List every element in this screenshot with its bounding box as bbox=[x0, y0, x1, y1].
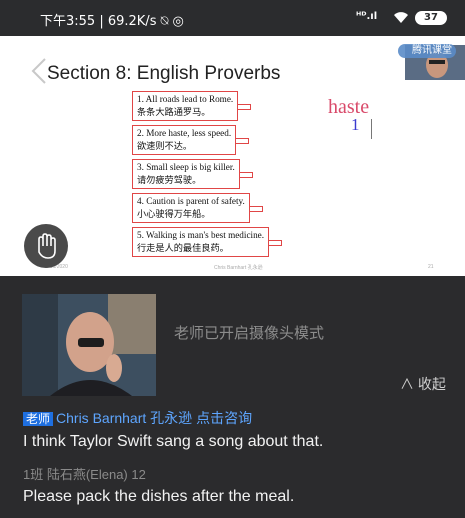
proverb-zh: 小心驶得万年船。 bbox=[137, 209, 211, 219]
annotation-mark bbox=[238, 104, 252, 110]
collapse-button[interactable]: ∧ 收起 bbox=[400, 374, 446, 394]
back-chevron-icon[interactable] bbox=[30, 56, 48, 86]
proverb-zh: 请勿疲劳驾驶。 bbox=[137, 175, 202, 185]
platform-tag: 腾讯课堂 bbox=[398, 44, 456, 58]
proverb-zh: 条条大路通罗马。 bbox=[137, 107, 211, 117]
proverb-list: 1. All roads lead to Rome. 条条大路通罗马。 2. M… bbox=[132, 91, 292, 261]
annotation-mark bbox=[236, 138, 250, 144]
chat-message-text: Please pack the dishes after the meal. bbox=[23, 488, 295, 505]
proverb-zh: 欲速则不达。 bbox=[137, 141, 193, 151]
chat-message-header: 老师 Chris Barnhart 孔永逊 点击咨询 bbox=[23, 408, 252, 428]
signal-icon: ᴴᴰ.ıl bbox=[356, 11, 378, 22]
chat-panel: 老师 Chris Barnhart 孔永逊 点击咨询 I think Taylor … bbox=[0, 404, 465, 518]
wifi-icon bbox=[394, 12, 408, 23]
camera-mode-message: 老师已开启摄像头模式 bbox=[174, 325, 325, 342]
status-time-speed: 下午3:55 | 69.2K/s ⍉ ◎ bbox=[40, 14, 184, 29]
proverb-en: 1. All roads lead to Rome. bbox=[137, 94, 234, 104]
proverb-en: 3. Small sleep is big killer. bbox=[137, 162, 235, 172]
slide-area: Section 8: English Proverbs 1. All roads… bbox=[0, 36, 465, 276]
annotation-mark bbox=[249, 206, 263, 212]
sender-name: Chris Barnhart 孔永逊 bbox=[56, 410, 193, 426]
camera-panel: 老师已开启摄像头模式 ∧ 收起 bbox=[0, 276, 465, 404]
role-badge: 老师 bbox=[23, 412, 54, 426]
text-cursor bbox=[371, 119, 372, 139]
slide-footer-page: 21 bbox=[428, 264, 434, 270]
proverb-en: 5. Walking is man's best medicine. bbox=[137, 230, 265, 240]
status-bar: 下午3:55 | 69.2K/s ⍉ ◎ ᴴᴰ.ıl 37 bbox=[0, 0, 465, 36]
proverb-item: 1. All roads lead to Rome. 条条大路通罗马。 bbox=[132, 91, 252, 121]
raise-hand-icon bbox=[38, 233, 56, 259]
proverb-item: 5. Walking is man's best medicine. 行走是人的… bbox=[132, 227, 283, 257]
proverb-item: 2. More haste, less speed. 欲速则不达。 bbox=[132, 125, 250, 155]
proverb-zh: 行走是人的最佳良药。 bbox=[137, 243, 229, 253]
chat-message-text: I think Taylor Swift sang a song about t… bbox=[23, 433, 324, 450]
proverb-item: 3. Small sleep is big killer. 请勿疲劳驾驶。 bbox=[132, 159, 253, 189]
raise-hand-button[interactable] bbox=[24, 224, 68, 268]
annotation-count: 1 bbox=[351, 115, 360, 134]
battery-icon: 37 bbox=[415, 11, 447, 25]
chat-message-header: 1班 陆石燕(Elena) 12 bbox=[23, 467, 146, 482]
proverb-en: 4. Caution is parent of safety. bbox=[137, 196, 245, 206]
teacher-video[interactable] bbox=[22, 294, 156, 396]
annotation-mark bbox=[239, 172, 253, 178]
consult-link[interactable]: 点击咨询 bbox=[196, 410, 252, 426]
proverb-en: 2. More haste, less speed. bbox=[137, 128, 232, 138]
proverb-item: 4. Caution is parent of safety. 小心驶得万年船。 bbox=[132, 193, 263, 223]
annotation-mark bbox=[269, 240, 283, 246]
slide-footer-author: Chris Barnhart 孔永逊 bbox=[214, 265, 263, 271]
annotation-word: haste bbox=[328, 96, 370, 118]
slide-title: Section 8: English Proverbs bbox=[47, 63, 281, 84]
